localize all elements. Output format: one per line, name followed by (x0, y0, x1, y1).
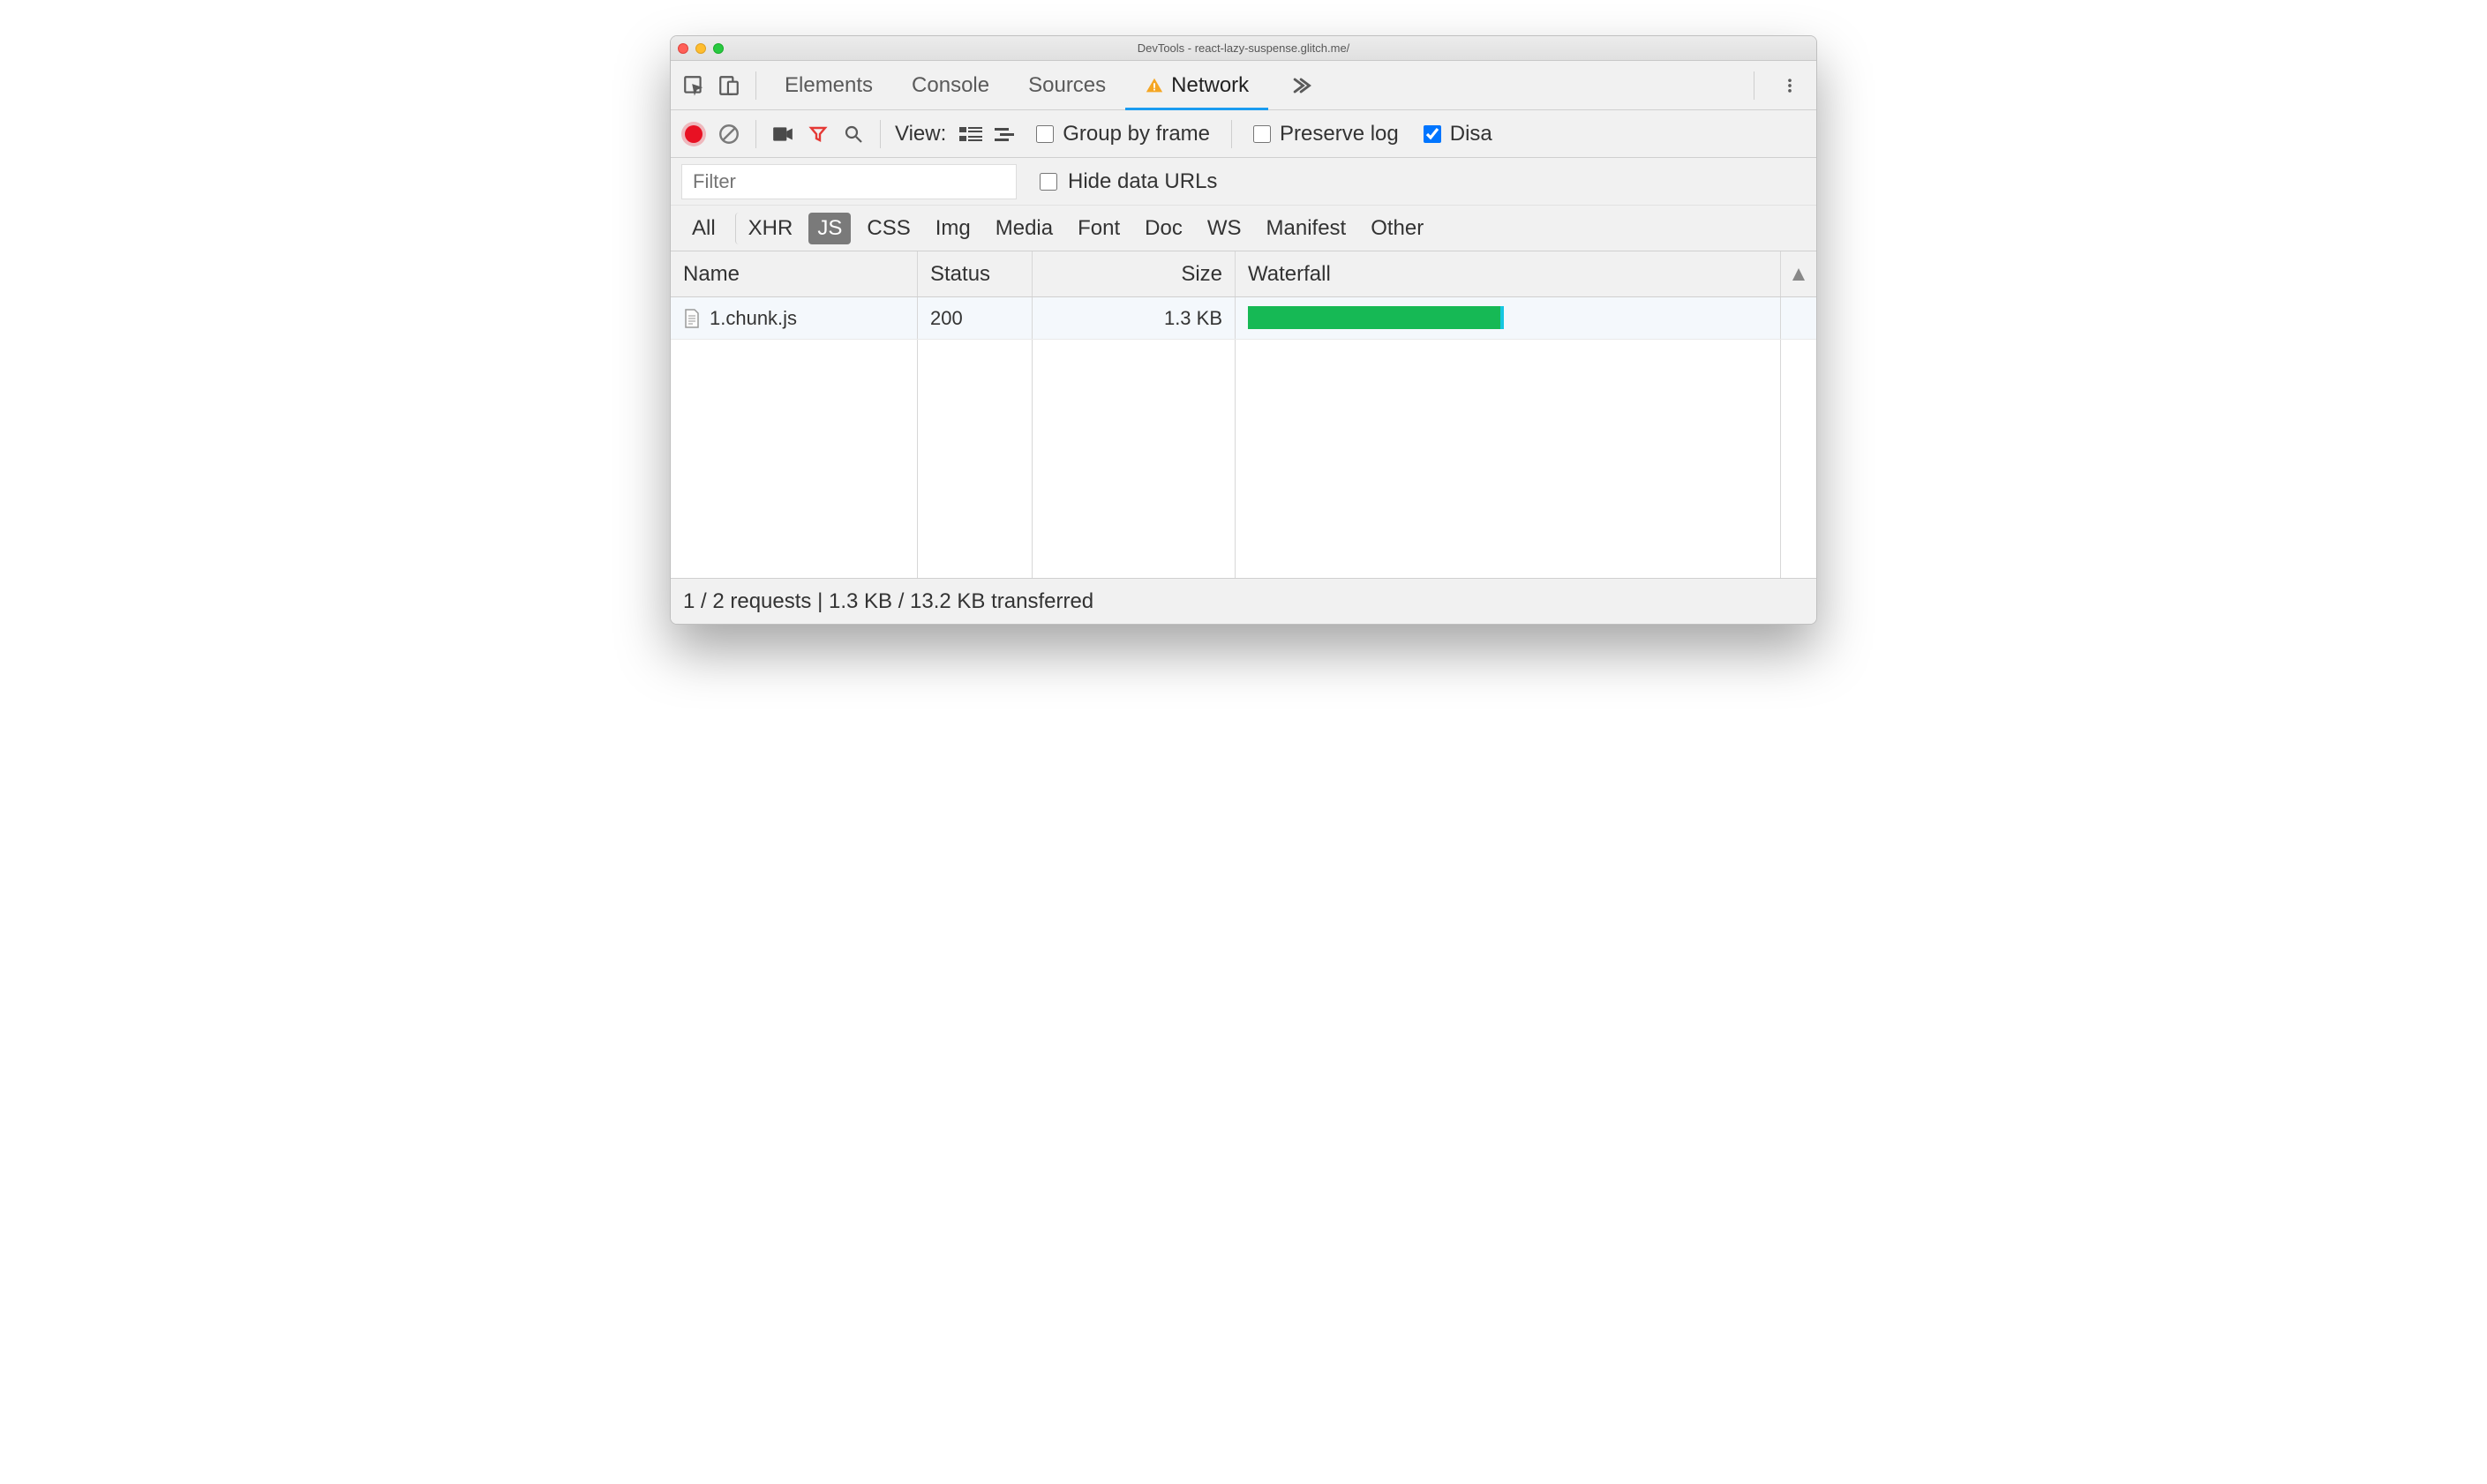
titlebar: DevTools - react-lazy-suspense.glitch.me… (671, 36, 1816, 61)
filter-icon[interactable] (800, 116, 836, 152)
disable-cache-checkbox[interactable]: Disa (1424, 122, 1492, 146)
status-bar: 1 / 2 requests | 1.3 KB / 13.2 KB transf… (671, 578, 1816, 624)
tab-network[interactable]: Network (1125, 73, 1268, 98)
divider (1231, 120, 1232, 148)
tab-label: Console (912, 73, 989, 98)
type-chip-doc[interactable]: Doc (1136, 213, 1191, 244)
type-chip-js[interactable]: JS (808, 213, 851, 244)
checkbox-label: Disa (1450, 122, 1492, 146)
sort-indicator-icon[interactable]: ▲ (1781, 251, 1816, 296)
device-toolbar-icon[interactable] (711, 68, 747, 103)
table-header: Name Status Size Waterfall ▲ (671, 251, 1816, 297)
search-icon[interactable] (836, 116, 871, 152)
settings-kebab-icon[interactable] (1772, 68, 1807, 103)
view-label: View: (895, 122, 946, 146)
panel-tabs: Elements Console Sources Network (671, 61, 1816, 110)
status-summary: 1 / 2 requests | 1.3 KB / 13.2 KB transf… (683, 589, 1093, 614)
cell-status: 200 (918, 297, 1033, 339)
preserve-log-checkbox[interactable]: Preserve log (1253, 122, 1399, 146)
waterfall-bar (1248, 306, 1504, 329)
view-large-icon[interactable] (953, 116, 988, 152)
file-name: 1.chunk.js (710, 307, 797, 330)
warning-icon (1145, 76, 1164, 95)
window-zoom-button[interactable] (713, 43, 724, 54)
tab-elements[interactable]: Elements (765, 73, 892, 98)
group-by-frame-checkbox[interactable]: Group by frame (1036, 122, 1210, 146)
tab-sources[interactable]: Sources (1009, 73, 1125, 98)
cell-pad (1781, 297, 1816, 339)
tab-label: Network (1171, 73, 1249, 98)
divider (755, 120, 756, 148)
divider (880, 120, 881, 148)
type-chip-other[interactable]: Other (1362, 213, 1432, 244)
divider (755, 71, 756, 100)
col-header-name[interactable]: Name (671, 251, 918, 296)
type-chip-manifest[interactable]: Manifest (1258, 213, 1356, 244)
tab-console[interactable]: Console (892, 73, 1009, 98)
filter-input[interactable] (681, 164, 1017, 199)
table-row[interactable]: 1.chunk.js 200 1.3 KB (671, 297, 1816, 340)
window-title: DevTools - react-lazy-suspense.glitch.me… (671, 41, 1816, 55)
devtools-window: DevTools - react-lazy-suspense.glitch.me… (670, 35, 1817, 625)
network-toolbar: View: Group by frame Preserve log Disa (671, 110, 1816, 158)
window-minimize-button[interactable] (695, 43, 706, 54)
tab-label: Elements (785, 73, 873, 98)
checkbox-label: Group by frame (1063, 122, 1210, 146)
file-icon (683, 308, 701, 329)
camera-icon[interactable] (765, 116, 800, 152)
disable-cache-input[interactable] (1424, 125, 1441, 143)
tab-label: Sources (1028, 73, 1106, 98)
type-chip-media[interactable]: Media (987, 213, 1062, 244)
col-header-status[interactable]: Status (918, 251, 1033, 296)
preserve-log-input[interactable] (1253, 125, 1271, 143)
type-chip-all[interactable]: All (683, 213, 725, 244)
more-tabs-icon[interactable] (1282, 68, 1318, 103)
col-header-waterfall[interactable]: Waterfall (1236, 251, 1781, 296)
traffic-lights (678, 43, 724, 54)
record-button[interactable] (676, 116, 711, 152)
type-chip-xhr[interactable]: XHR (735, 213, 802, 244)
checkbox-label: Hide data URLs (1068, 169, 1217, 194)
inspect-element-icon[interactable] (676, 68, 711, 103)
col-header-size[interactable]: Size (1033, 251, 1236, 296)
type-chip-img[interactable]: Img (927, 213, 980, 244)
cell-name: 1.chunk.js (671, 297, 918, 339)
filter-bar: Hide data URLs (671, 158, 1816, 206)
type-chip-css[interactable]: CSS (858, 213, 919, 244)
clear-icon[interactable] (711, 116, 747, 152)
group-by-frame-input[interactable] (1036, 125, 1054, 143)
hide-data-urls-input[interactable] (1040, 173, 1057, 191)
type-chip-ws[interactable]: WS (1198, 213, 1251, 244)
table-empty-area (671, 340, 1816, 578)
type-filter-row: All XHR JS CSS Img Media Font Doc WS Man… (671, 206, 1816, 251)
cell-size: 1.3 KB (1033, 297, 1236, 339)
window-close-button[interactable] (678, 43, 688, 54)
cell-waterfall (1236, 297, 1781, 339)
requests-table: Name Status Size Waterfall ▲ 1.chunk.js … (671, 251, 1816, 578)
checkbox-label: Preserve log (1280, 122, 1399, 146)
hide-data-urls-checkbox[interactable]: Hide data URLs (1040, 169, 1217, 194)
view-small-icon[interactable] (988, 116, 1024, 152)
type-chip-font[interactable]: Font (1069, 213, 1129, 244)
